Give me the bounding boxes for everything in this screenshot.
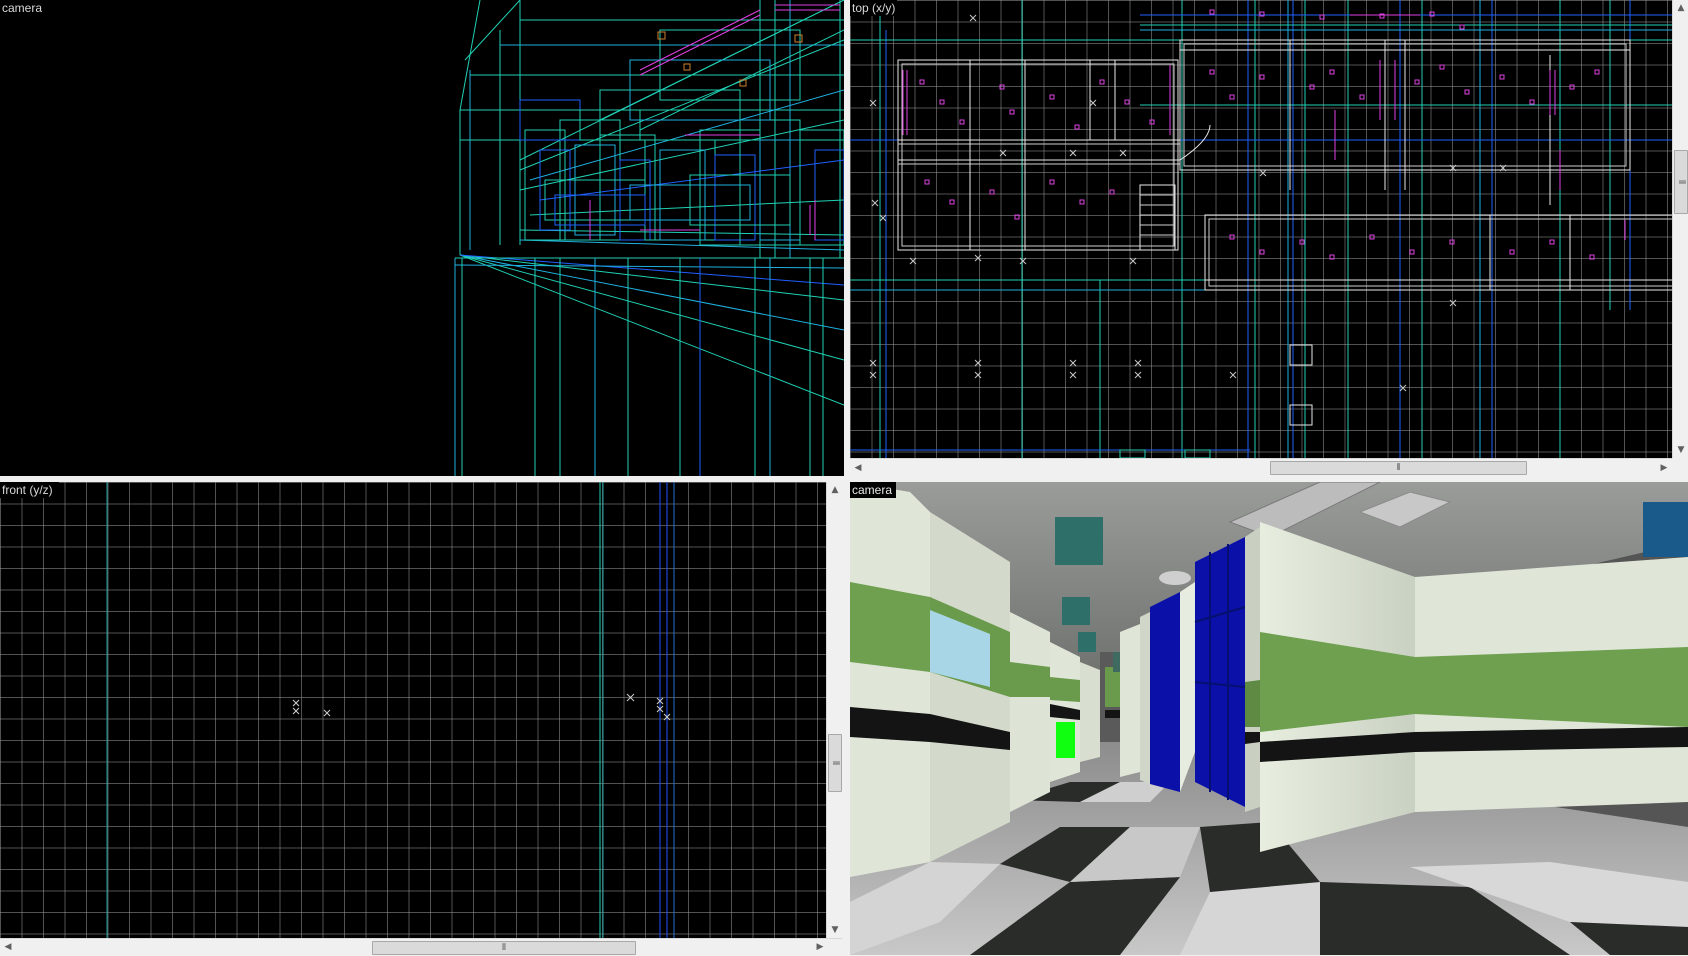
front-view-viewport[interactable]: front (y/z) (0, 482, 826, 938)
scroll-thumb[interactable]: ⦀ (828, 734, 842, 792)
scroll-down-arrow-icon[interactable]: ▼ (1673, 442, 1688, 458)
front-view-horizontal-scrollbar[interactable]: ◀ ⦀ ▶ (0, 938, 842, 956)
scroll-right-arrow-icon[interactable]: ▶ (812, 939, 828, 955)
grip-icon: ⦀ (502, 943, 506, 953)
vertical-splitter[interactable] (844, 0, 850, 955)
scroll-thumb[interactable]: ⦀ (1674, 150, 1688, 214)
viewport-label: top (x/y) (850, 0, 898, 16)
scroll-up-arrow-icon[interactable]: ▲ (827, 482, 843, 498)
camera-textured-viewport[interactable]: camera (850, 482, 1688, 955)
viewport-label: camera (850, 482, 897, 498)
wireframe-canvas (454, 0, 844, 476)
scroll-down-arrow-icon[interactable]: ▼ (827, 922, 843, 938)
scroll-thumb[interactable]: ⦀ (1270, 461, 1527, 475)
grip-icon: ⦀ (1396, 463, 1401, 473)
viewport-label: front (y/z) (0, 482, 59, 498)
scroll-left-arrow-icon[interactable]: ◀ (850, 460, 866, 476)
grip-icon: ⦀ (830, 761, 840, 765)
camera-wireframe-viewport[interactable]: camera (0, 0, 844, 476)
scroll-right-arrow-icon[interactable]: ▶ (1656, 460, 1672, 476)
top-view-horizontal-scrollbar[interactable]: ◀ ⦀ ▶ (850, 458, 1672, 477)
scroll-left-arrow-icon[interactable]: ◀ (0, 939, 16, 955)
top-view-viewport[interactable]: top (x/y) (850, 0, 1672, 458)
scroll-up-arrow-icon[interactable]: ▲ (1673, 0, 1688, 16)
front-view-vertical-scrollbar[interactable]: ▲ ⦀ ▼ (826, 482, 843, 938)
top-view-vertical-scrollbar[interactable]: ▲ ⦀ ▼ (1672, 0, 1688, 458)
scroll-thumb[interactable]: ⦀ (372, 941, 636, 955)
textured-render (850, 482, 1688, 955)
horizontal-splitter[interactable] (0, 476, 850, 482)
viewport-label: camera (2, 1, 43, 15)
top-view-map (850, 0, 1672, 458)
front-view-map (106, 482, 675, 938)
grip-icon: ⦀ (1676, 180, 1686, 184)
